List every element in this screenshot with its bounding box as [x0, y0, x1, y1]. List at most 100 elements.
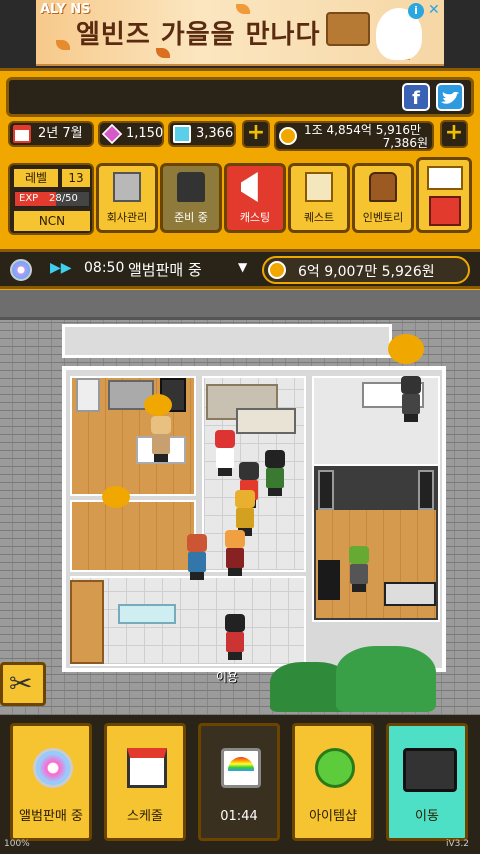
wrench-icon: ✂	[9, 667, 33, 700]
timer-button[interactable]: 01:44	[198, 723, 280, 841]
room-lounge[interactable]	[70, 576, 306, 666]
level-panel[interactable]: 레벨 13 EXP 28/50 NCN	[8, 163, 94, 235]
date-text: 2년 7월	[38, 126, 83, 141]
bottom-label: 아이템샵	[309, 809, 357, 824]
version-label: iV3.2	[446, 839, 469, 849]
character[interactable]	[398, 376, 424, 422]
character[interactable]	[222, 530, 248, 576]
character[interactable]	[222, 614, 248, 660]
album-disc-icon	[10, 259, 32, 281]
mail-button[interactable]	[416, 157, 472, 233]
top-hud: f 2년 7월 1,150 3,366 + 1조 4,854억 5,916만 7…	[0, 68, 480, 290]
rainbow-tv-icon	[221, 748, 261, 788]
truck-icon	[403, 748, 457, 792]
move-button[interactable]: 이동	[386, 723, 468, 841]
bottom-bar: 앨범판매 중 스케줄 01:44 아이템샵 이동 100% iV3.2	[0, 715, 480, 854]
facebook-button[interactable]: f	[402, 83, 430, 111]
tree-icon	[336, 646, 436, 712]
company-name: NCN	[14, 211, 90, 231]
tool-box-icon	[429, 196, 461, 226]
clover-icon	[315, 748, 355, 788]
company-manage-button[interactable]: 회사관리	[96, 163, 158, 233]
quest-button[interactable]: 퀘스트	[288, 163, 350, 233]
picnic-basket-icon	[326, 12, 370, 46]
menu-label: 회사관리	[106, 211, 148, 224]
status-amount: 6억 9,007만 5,926원	[298, 264, 435, 280]
use-label: 이용	[216, 670, 239, 684]
add-gems-button[interactable]: +	[242, 120, 270, 148]
status-text: 앨범판매 중	[128, 261, 202, 279]
chest-icon	[369, 172, 397, 202]
lock-icon	[177, 172, 205, 202]
character[interactable]	[184, 534, 210, 580]
status-bar[interactable]: ▶▶ 08:50 앨범판매 중 ▼ 6억 9,007만 5,926원	[0, 249, 480, 289]
coin-icon	[268, 261, 286, 279]
schedule-button[interactable]: 스케줄	[104, 723, 186, 841]
level-label: 레벨	[14, 169, 58, 187]
bottom-label: 앨범판매 중	[19, 809, 83, 824]
item-shop-button[interactable]: 아이템샵	[292, 723, 374, 841]
ad-banner[interactable]: ALY NS 엘빈즈 가을을 만나다 i ✕	[0, 0, 480, 68]
twitter-button[interactable]	[436, 83, 464, 111]
date-display: 2년 7월	[8, 121, 94, 147]
character[interactable]	[148, 416, 174, 462]
menu-label: 준비 중	[174, 211, 208, 224]
calendar-icon	[127, 748, 167, 788]
gold-badge-icon[interactable]	[102, 486, 130, 508]
character[interactable]	[212, 430, 238, 476]
envelope-icon	[427, 166, 463, 190]
pink-gem-value: 1,150	[126, 126, 164, 141]
scroll-icon	[305, 172, 333, 202]
menu-label: 인벤토리	[362, 211, 404, 224]
bottom-label: 스케줄	[127, 809, 163, 824]
album-sale-button[interactable]: 앨범판매 중	[10, 723, 92, 841]
building-icon	[113, 172, 141, 202]
add-money-button[interactable]: +	[440, 120, 468, 148]
fast-forward-icon: ▶▶	[50, 260, 72, 276]
kitchen-counter	[236, 408, 296, 434]
money-line2: 7,386원	[382, 136, 428, 150]
trophy-badge-icon[interactable]	[388, 334, 424, 364]
office-scene[interactable]: 이용 ✂	[0, 290, 480, 715]
revenue-display: 6억 9,007만 5,926원	[262, 256, 470, 284]
keyboard-icon	[384, 582, 436, 606]
ad-creative[interactable]: ALY NS 엘빈즈 가을을 만나다	[36, 0, 444, 66]
casting-button[interactable]: 캐스팅	[224, 163, 286, 233]
inventory-button[interactable]: 인벤토리	[352, 163, 414, 233]
menu-label: 캐스팅	[239, 211, 271, 224]
preparing-button: 준비 중	[160, 163, 222, 233]
room-trophy[interactable]	[70, 500, 196, 572]
tools-button[interactable]: ✂	[0, 662, 46, 706]
character[interactable]	[346, 546, 372, 592]
bottom-label: 이동	[415, 809, 439, 824]
table-icon	[118, 604, 176, 624]
exp-bar: EXP 28/50	[14, 191, 90, 207]
speaker-icon	[318, 470, 334, 510]
mixer-icon	[318, 560, 340, 600]
speaker-icon	[418, 470, 434, 510]
blue-gem-value: 3,366	[196, 126, 234, 141]
gold-badge-icon[interactable]	[144, 394, 172, 416]
character[interactable]	[262, 450, 288, 496]
ad-info-icon[interactable]: i	[408, 3, 424, 19]
calendar-icon	[13, 125, 31, 143]
upper-room	[62, 324, 392, 358]
fridge-icon	[76, 378, 100, 412]
sofa-icon	[70, 580, 104, 664]
disc-icon	[33, 748, 73, 788]
exp-label: EXP	[19, 193, 39, 204]
roof-edge	[0, 290, 480, 320]
zoom-level: 100%	[4, 839, 30, 849]
dropdown-icon[interactable]: ▼	[238, 260, 247, 274]
pink-gem-counter: 1,150	[98, 121, 164, 147]
status-time: 08:50	[84, 260, 125, 276]
money-line1: 1조 4,854억 5,916만	[304, 123, 422, 137]
ad-close-icon[interactable]: ✕	[428, 2, 440, 18]
coin-icon	[279, 127, 297, 145]
pink-gem-icon	[101, 123, 123, 145]
exp-value: 28/50	[49, 193, 78, 204]
ad-headline: 엘빈즈 가을을 만나다	[76, 20, 321, 50]
blue-gem-counter: 3,366	[168, 121, 236, 147]
menu-label: 퀘스트	[303, 211, 335, 224]
money-counter: 1조 4,854억 5,916만 7,386원	[274, 121, 434, 151]
